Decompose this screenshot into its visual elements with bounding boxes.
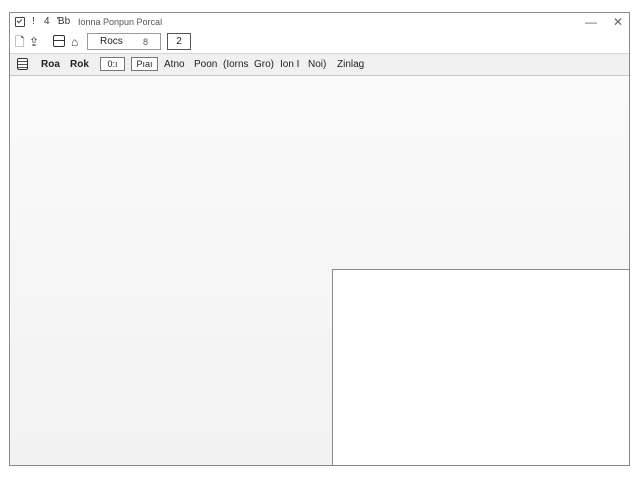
app-window: ! 4 Ɓb Ionna Ponpun Porcal — ✕ 🗋 ⇪ ⌂ Roc… [9,12,630,466]
quick-access-item-2[interactable]: 4 [44,16,50,27]
title-bar: ! 4 Ɓb Ionna Ponpun Porcal — ✕ [10,13,629,32]
menu-item-zinlag[interactable]: Zinlag [337,59,364,71]
menu-bar: Roa Rok 0:ı Pıaı Atno Poon (Iorns Gro) I… [10,53,629,76]
name-field[interactable]: Rocs 8 [87,33,161,50]
quick-access-item-1[interactable]: ! [32,16,35,27]
app-icon [15,17,25,27]
menu-item-ion[interactable]: Ion I [280,59,299,71]
content-area [10,76,629,465]
menu-box-2[interactable]: Pıaı [131,57,158,71]
menu-item-poon[interactable]: Poon [194,59,217,71]
toolbar: 🗋 ⇪ ⌂ Rocs 8 2 [10,32,629,53]
close-button[interactable]: ✕ [611,15,625,29]
count-field[interactable]: 2 [167,33,191,50]
table-icon[interactable] [53,35,65,47]
minimize-button[interactable]: — [584,15,598,29]
list-icon[interactable] [17,58,28,70]
menu-item-noi[interactable]: Noi) [308,59,326,71]
content-panel [332,269,629,465]
name-field-value: Rocs [100,36,123,47]
document-icon[interactable]: 🗋 [15,35,25,49]
menu-item-roa[interactable]: Roa [41,59,60,71]
quick-access-item-3[interactable]: Ɓb [57,16,70,27]
menu-item-atno[interactable]: Atno [164,59,185,71]
menu-item-rok[interactable]: Rok [70,59,89,71]
home-icon[interactable]: ⌂ [71,35,78,49]
window-title: Ionna Ponpun Porcal [78,17,163,27]
menu-item-gro[interactable]: Gro) [254,59,274,71]
menu-box-1[interactable]: 0:ı [100,57,125,71]
share-icon[interactable]: ⇪ [29,35,39,49]
lock-icon: 8 [143,37,149,47]
menu-item-iorns[interactable]: (Iorns [223,59,249,71]
